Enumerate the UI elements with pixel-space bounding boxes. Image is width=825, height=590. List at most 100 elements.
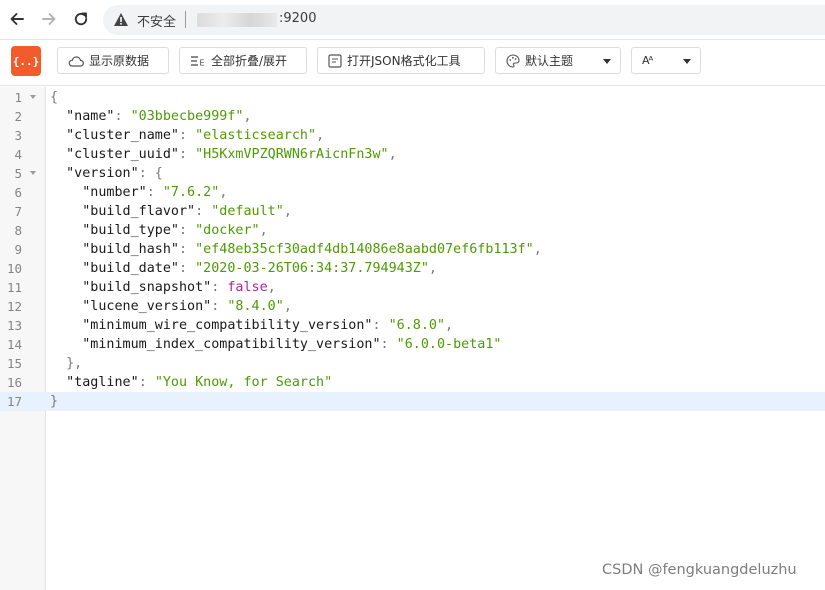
- line-number: 13: [6, 318, 22, 333]
- extension-logo-icon[interactable]: {..}: [11, 46, 41, 76]
- code-text: "minimum_index_compatibility_version": "…: [50, 335, 501, 354]
- code-line[interactable]: 8 "build_type": "docker",: [0, 221, 825, 240]
- back-button[interactable]: [6, 8, 28, 30]
- url-field[interactable]: 不安全 :9200: [103, 5, 825, 35]
- line-number: 7: [14, 204, 22, 219]
- url-separator: [185, 11, 186, 28]
- code-text: "name": "03bbecbe999f",: [50, 107, 252, 126]
- code-line[interactable]: 6 "number": "7.6.2",: [0, 183, 825, 202]
- open-formatter-label: 打开JSON格式化工具: [347, 54, 461, 68]
- fold-all-button[interactable]: E 全部折叠/展开: [179, 47, 307, 74]
- code-line[interactable]: 15 },: [0, 354, 825, 373]
- json-string: "6.8.0": [388, 318, 446, 333]
- json-string: "8.4.0": [227, 299, 284, 314]
- json-boolean: false: [227, 280, 268, 295]
- line-number: 5: [14, 166, 22, 181]
- code-text: "build_snapshot": false,: [50, 278, 276, 297]
- reload-button[interactable]: [70, 8, 92, 30]
- line-number: 1: [14, 90, 22, 105]
- forward-button[interactable]: [38, 8, 60, 30]
- code-line[interactable]: 1{: [0, 88, 825, 107]
- json-punctuation: :: [114, 109, 131, 124]
- line-number: 11: [6, 280, 22, 295]
- json-editor[interactable]: 1{2 "name": "03bbecbe999f", 3 "cluster_na…: [0, 87, 825, 590]
- security-label[interactable]: 不安全: [137, 11, 176, 30]
- json-punctuation: :: [211, 299, 228, 314]
- json-string: "You Know, for Search": [154, 375, 333, 390]
- code-line[interactable]: 5 "version": {: [0, 164, 825, 183]
- json-key: "name": [66, 109, 115, 124]
- json-key: "cluster_name": [66, 128, 179, 143]
- code-text: "build_date": "2020-03-26T06:34:37.79494…: [50, 259, 437, 278]
- json-punctuation: :: [179, 223, 196, 238]
- json-key: "lucene_version": [82, 299, 212, 314]
- json-string: "6.0.0-beta1": [396, 337, 502, 352]
- code-line[interactable]: 9 "build_hash": "ef48eb35cf30adf4db14086…: [0, 240, 825, 259]
- code-line[interactable]: 11 "build_snapshot": false,: [0, 278, 825, 297]
- code-line[interactable]: 14 "minimum_index_compatibility_version"…: [0, 335, 825, 354]
- json-punctuation: ,: [267, 280, 276, 295]
- code-text: "tagline": "You Know, for Search": [50, 373, 332, 392]
- warning-icon[interactable]: [113, 12, 129, 27]
- svg-text:E: E: [200, 58, 205, 67]
- json-punctuation: :: [138, 375, 155, 390]
- code-line[interactable]: 17}: [0, 392, 825, 411]
- code-line[interactable]: 16 "tagline": "You Know, for Search": [0, 373, 825, 392]
- open-formatter-button[interactable]: 打开JSON格式化工具: [317, 47, 485, 74]
- json-punctuation: :: [179, 147, 196, 162]
- json-punctuation: :: [146, 185, 163, 200]
- code-text: "cluster_uuid": "H5KxmVPZQRWN6rAicnFn3w"…: [50, 145, 397, 164]
- code-line[interactable]: 2 "name": "03bbecbe999f",: [0, 107, 825, 126]
- code-text: "minimum_wire_compatibility_version": "6…: [50, 316, 453, 335]
- code-line[interactable]: 7 "build_flavor": "default",: [0, 202, 825, 221]
- code-line[interactable]: 3 "cluster_name": "elasticsearch",: [0, 126, 825, 145]
- json-punctuation: ,: [316, 128, 325, 143]
- theme-select[interactable]: 默认主题: [495, 47, 621, 74]
- json-punctuation: ,: [445, 318, 454, 333]
- code-text: "number": "7.6.2",: [50, 183, 227, 202]
- code-line[interactable]: 10 "build_date": "2020-03-26T06:34:37.79…: [0, 259, 825, 278]
- font-size-icon: Aᴬ: [642, 54, 653, 67]
- code-text: "lucene_version": "8.4.0",: [50, 297, 292, 316]
- line-number: 12: [6, 299, 22, 314]
- json-punctuation: ,: [243, 109, 252, 124]
- json-punctuation: :: [380, 337, 397, 352]
- json-punctuation: :: [372, 318, 389, 333]
- show-raw-button[interactable]: 显示原数据: [57, 47, 169, 74]
- json-string: "H5KxmVPZQRWN6rAicnFn3w": [195, 147, 389, 162]
- json-key: "version": [66, 166, 139, 181]
- back-icon: [10, 13, 24, 25]
- code-line[interactable]: 12 "lucene_version": "8.4.0",: [0, 297, 825, 316]
- font-size-select[interactable]: Aᴬ: [631, 47, 701, 74]
- json-punctuation: :: [179, 261, 196, 276]
- code-line[interactable]: 4 "cluster_uuid": "H5KxmVPZQRWN6rAicnFn3…: [0, 145, 825, 164]
- fold-toggle-icon[interactable]: [30, 171, 36, 175]
- json-key: "build_type": [82, 223, 179, 238]
- json-punctuation: :: [195, 204, 212, 219]
- formatter-icon: [328, 53, 342, 68]
- theme-label: 默认主题: [525, 54, 574, 68]
- code-line[interactable]: 13 "minimum_wire_compatibility_version":…: [0, 316, 825, 335]
- json-punctuation: :: [179, 128, 196, 143]
- json-string: "docker": [195, 223, 260, 238]
- json-string: "2020-03-26T06:34:37.794943Z": [195, 261, 429, 276]
- fold-toggle-icon[interactable]: [30, 95, 36, 99]
- line-number: 14: [6, 337, 22, 352]
- json-key: "build_hash": [82, 242, 179, 257]
- chevron-down-icon: [683, 59, 691, 64]
- code-text: "build_flavor": "default",: [50, 202, 292, 221]
- json-key: "minimum_wire_compatibility_version": [82, 318, 373, 333]
